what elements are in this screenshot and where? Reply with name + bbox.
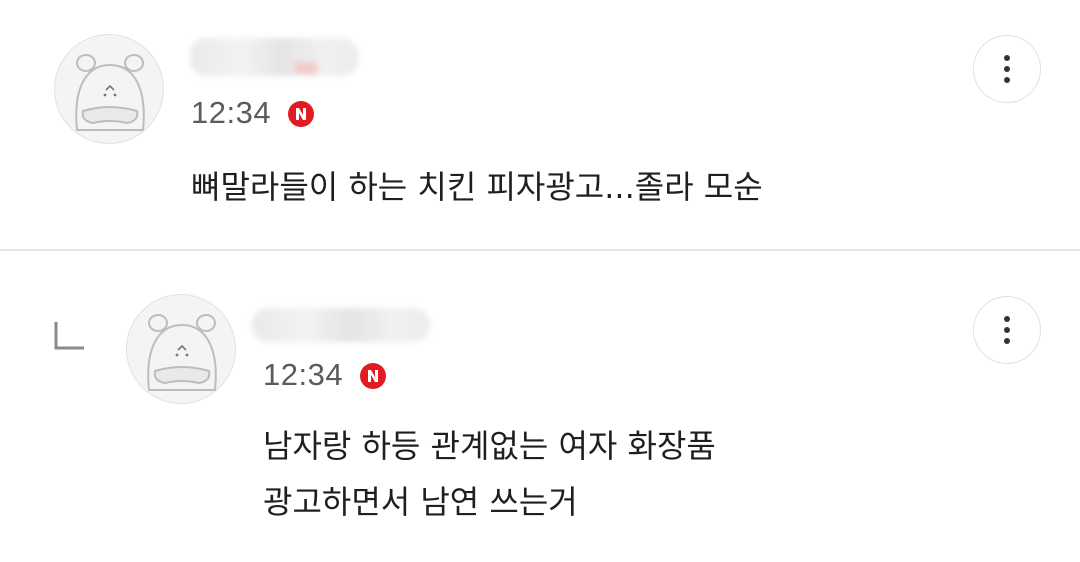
new-badge: [288, 101, 314, 127]
comment-text: 뼈말라들이 하는 치킨 피자광고...졸라 모순: [191, 168, 763, 206]
author-name-redacted[interactable]: [190, 38, 358, 76]
more-vertical-icon: [1004, 55, 1010, 61]
default-avatar-icon: [75, 54, 145, 131]
more-options-button[interactable]: [973, 296, 1041, 364]
more-vertical-icon: [1004, 316, 1010, 322]
comment-text-line: 광고하면서 남연 쓰는거: [263, 483, 578, 521]
new-badge-icon: [368, 370, 378, 382]
avatar[interactable]: [54, 34, 164, 144]
avatar[interactable]: [126, 294, 236, 404]
comment-time: 12:34: [191, 95, 272, 130]
comment-text-line: 남자랑 하등 관계없는 여자 화장품: [263, 427, 716, 465]
default-avatar-icon: [147, 314, 217, 391]
new-badge-icon: [296, 108, 306, 120]
more-options-button[interactable]: [973, 35, 1041, 103]
reply-comment-item: 12:34 남자랑 하등 관계없는 여자 화장품 광고하면서 남연 쓰는거: [0, 251, 1080, 562]
new-badge: [360, 363, 386, 389]
author-name-redacted[interactable]: [252, 308, 430, 342]
comment-time: 12:34: [263, 357, 344, 392]
comment-item: 12:34 뼈말라들이 하는 치킨 피자광고...졸라 모순: [0, 0, 1080, 250]
